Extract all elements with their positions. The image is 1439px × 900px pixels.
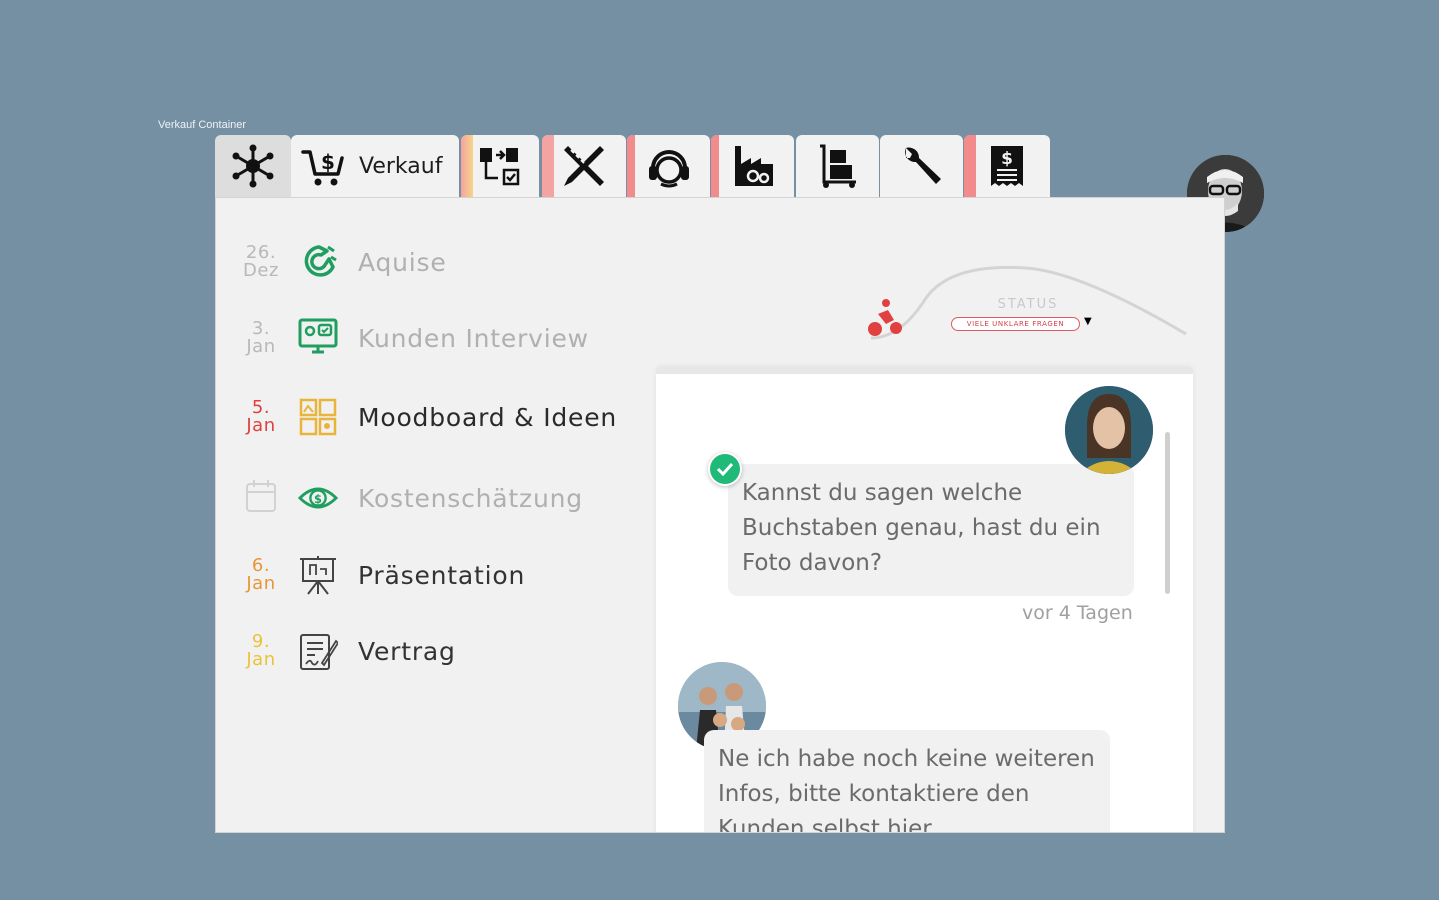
magnet-icon	[304, 245, 337, 277]
step-label: Aquise	[358, 247, 447, 277]
tab-logistics[interactable]	[796, 135, 879, 197]
step-date: 5. Jan	[246, 397, 276, 436]
support-headset-icon	[648, 150, 689, 188]
step-praesentation[interactable]: 6. Jan Präsentation	[216, 545, 525, 605]
step-icon: $	[298, 478, 338, 518]
step-icon	[298, 397, 338, 437]
message-line: Foto davon?	[742, 550, 883, 576]
tab-billing[interactable]: $	[964, 135, 1050, 197]
step-vertrag[interactable]: 9. Jan Vertrag	[216, 621, 456, 681]
monitor-chat-icon	[298, 318, 338, 354]
step-label: Kostenschätzung	[358, 483, 583, 513]
chevron-down-icon[interactable]: ▼	[1084, 316, 1092, 327]
message-line: Ne ich habe noch keine weiteren	[718, 746, 1095, 772]
step-icon	[298, 318, 338, 358]
message-timestamp: vor 4 Tagen	[1022, 602, 1133, 624]
tab-production[interactable]	[711, 135, 794, 197]
step-date: 26. Dez	[243, 242, 279, 281]
step-icon	[298, 242, 338, 282]
eye-dollar-icon: $	[298, 487, 338, 509]
svg-text:$: $	[1001, 149, 1013, 169]
status-indicator: STATUS VIELE UNKLARE FRAGEN ▼	[866, 258, 1196, 348]
chat-message: Ne ich habe noch keine weiteren Infos, b…	[704, 730, 1110, 833]
status-stripe	[461, 135, 473, 197]
tab-hub[interactable]	[215, 135, 291, 197]
wrench-icon	[904, 147, 941, 184]
step-label: Kunden Interview	[358, 323, 589, 353]
step-date: 3. Jan	[246, 318, 276, 357]
calendar-icon	[246, 480, 276, 512]
workflow-diagram-icon	[480, 148, 520, 186]
hand-truck-icon	[819, 144, 856, 188]
step-icon	[298, 555, 338, 595]
tab-verkauf[interactable]: $ Verkauf	[291, 135, 459, 197]
moodboard-grid-icon	[299, 398, 337, 436]
step-label: Moodboard & Ideen	[358, 402, 618, 432]
chat-scrollbar[interactable]	[1165, 432, 1170, 594]
pencil-ruler-icon	[564, 146, 604, 186]
step-kunden-interview[interactable]: 3. Jan Kunden Interview	[216, 308, 589, 368]
status-stripe	[964, 135, 976, 197]
message-line: Kunden selbst hier	[718, 816, 932, 833]
message-line: Infos, bitte kontaktiere den	[718, 781, 1030, 807]
step-label: Präsentation	[358, 560, 526, 590]
cyclist-icon	[868, 299, 902, 336]
chat-message: Kannst du sagen welche Buchstaben genau,…	[728, 464, 1134, 596]
shopping-cart-dollar-icon: $	[301, 150, 344, 186]
factory-gears-icon	[734, 146, 773, 186]
status-stripe	[627, 135, 635, 197]
step-date	[236, 479, 286, 517]
step-aquise[interactable]: 26. Dez Aquise	[216, 232, 447, 292]
tab-workflow[interactable]	[461, 135, 539, 197]
step-date: 9. Jan	[246, 631, 276, 670]
step-moodboard[interactable]: 5. Jan Moodboard & Ideen	[216, 387, 617, 447]
woman-avatar-icon	[1065, 386, 1153, 474]
read-check-icon	[708, 452, 742, 486]
chat-panel: Kannst du sagen welche Buchstaben genau,…	[656, 366, 1193, 833]
step-label: Vertrag	[358, 636, 456, 666]
tab-service[interactable]	[880, 135, 963, 197]
tab-verkauf-label: Verkauf	[359, 153, 443, 179]
status-stripe	[711, 135, 719, 197]
svg-text:$: $	[321, 150, 335, 174]
message-line: Kannst du sagen welche	[742, 480, 1023, 506]
presentation-board-icon	[300, 556, 336, 595]
status-dropdown[interactable]: VIELE UNKLARE FRAGEN	[951, 317, 1080, 331]
sales-panel: 26. Dez Aquise 3. Jan Kunden Interview 5…	[215, 197, 1225, 833]
hub-network-icon	[232, 144, 274, 188]
invoice-dollar-icon: $	[991, 146, 1023, 186]
step-kostenschaetzung[interactable]: $ Kostenschätzung	[216, 468, 583, 528]
woman-avatar	[1065, 386, 1153, 474]
step-icon	[298, 631, 338, 671]
message-line: Buchstaben genau, hast du ein	[742, 515, 1101, 541]
status-stripe	[542, 135, 554, 197]
step-date: 6. Jan	[246, 555, 276, 594]
tab-support[interactable]	[627, 135, 710, 197]
tab-design[interactable]	[542, 135, 626, 197]
frame-label: Verkauf Container	[158, 119, 247, 131]
status-title: STATUS	[997, 297, 1059, 312]
svg-text:$: $	[314, 492, 322, 506]
contract-signature-icon	[300, 634, 338, 670]
